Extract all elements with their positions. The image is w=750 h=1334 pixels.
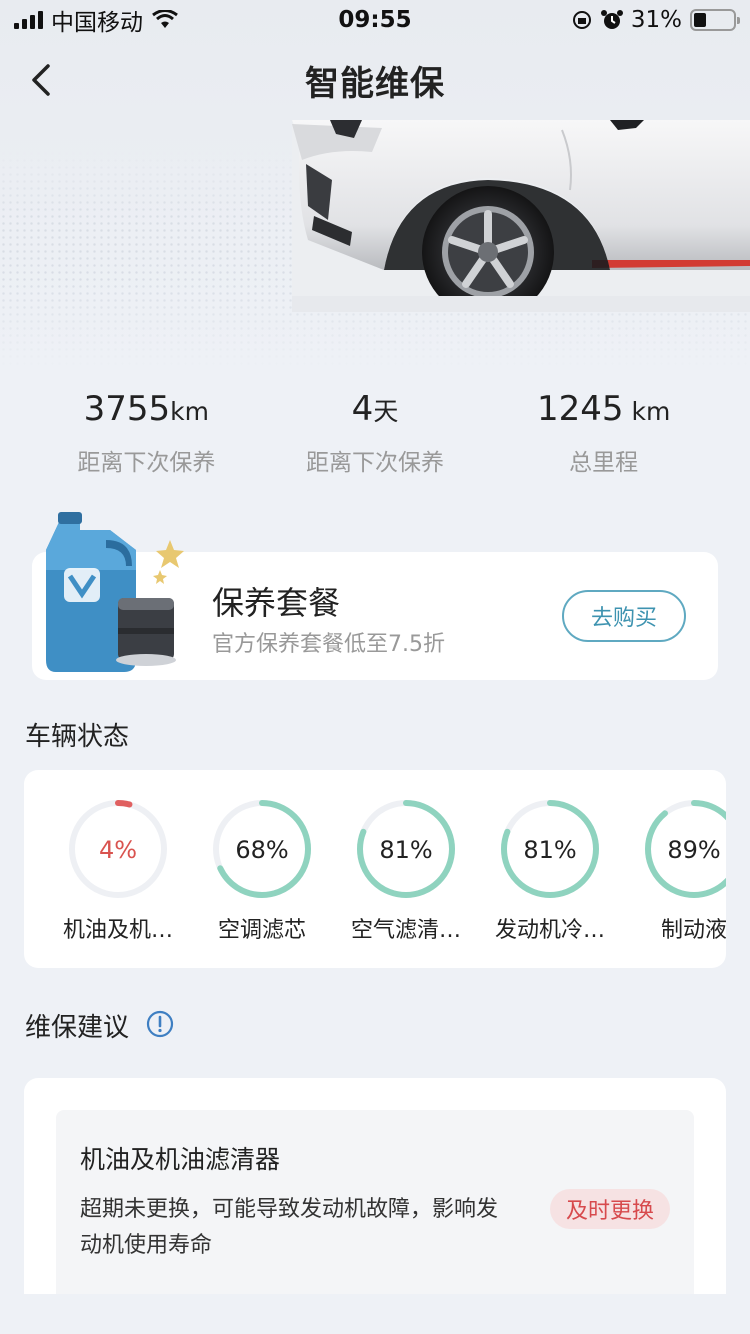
stat-total-mileage: 1245 km 总里程 xyxy=(489,388,718,477)
gauge-percent: 68% xyxy=(235,836,288,864)
status-gauge[interactable]: 81% 发动机冷… xyxy=(478,794,622,944)
status-bar: 中国移动 09:55 31% xyxy=(0,0,750,40)
carrier-name: 中国移动 xyxy=(51,10,143,36)
car-image xyxy=(292,120,750,312)
progress-ring: 68% xyxy=(213,800,311,898)
mileage-stats: 3755km 距离下次保养 4天 距离下次保养 1245 km 总里程 xyxy=(32,388,718,477)
vehicle-status-title: 车辆状态 xyxy=(25,722,130,752)
status-right: 31% xyxy=(571,7,740,33)
wifi-icon xyxy=(152,10,178,28)
page-title: 智能维保 xyxy=(305,63,445,104)
gauge-percent: 81% xyxy=(379,836,432,864)
stat-label: 距离下次保养 xyxy=(306,450,444,476)
package-subtitle: 官方保养套餐低至7.5折 xyxy=(212,632,445,657)
gauge-label: 空调滤芯 xyxy=(217,918,306,943)
stat-next-service-days: 4天 距离下次保养 xyxy=(261,388,490,477)
gauge-percent: 4% xyxy=(99,836,137,864)
maintenance-advice-card: 机油及机油滤清器 超期未更换，可能导致发动机故障，影响发动机使用寿命 及时更换 xyxy=(24,1078,726,1294)
stat-unit: km xyxy=(170,397,210,426)
gauge-label: 发动机冷… xyxy=(494,918,605,943)
progress-ring: 81% xyxy=(357,800,455,898)
battery-percent: 31% xyxy=(630,7,682,33)
progress-ring: 4% xyxy=(69,800,167,898)
cellular-signal-icon xyxy=(14,11,43,29)
status-gauge[interactable]: 68% 空调滤芯 xyxy=(190,794,334,944)
stat-label: 总里程 xyxy=(569,450,639,476)
stat-unit: km xyxy=(623,397,671,426)
stat-value: 1245 xyxy=(537,389,624,429)
chevron-left-icon[interactable] xyxy=(22,58,62,102)
status-gauge[interactable]: 89% 制动液 xyxy=(622,794,726,944)
status-gauge[interactable]: 81% 空气滤清… xyxy=(334,794,478,944)
info-icon[interactable] xyxy=(146,1010,174,1038)
stat-next-service-distance: 3755km 距离下次保养 xyxy=(32,388,261,477)
buy-button[interactable]: 去购买 xyxy=(562,590,686,642)
progress-ring: 81% xyxy=(501,800,599,898)
maintenance-advice-title: 维保建议 xyxy=(25,1013,130,1043)
gauge-label: 空气滤清… xyxy=(350,918,461,943)
advice-item[interactable]: 机油及机油滤清器 超期未更换，可能导致发动机故障，影响发动机使用寿命 及时更换 xyxy=(56,1110,694,1294)
alarm-icon xyxy=(600,10,623,29)
gauge-percent: 89% xyxy=(667,836,720,864)
status-gauge[interactable]: 4% 机油及机… xyxy=(46,794,190,944)
package-title: 保养套餐 xyxy=(212,584,341,622)
stat-value: 3755 xyxy=(83,389,171,429)
vehicle-status-card[interactable]: 4% 机油及机… 68% 空调滤芯 81% 空气滤清… 81% 发动机冷… 89% 制动液 xyxy=(24,770,726,968)
progress-ring: 89% xyxy=(645,800,726,898)
gauge-label: 机油及机… xyxy=(62,918,173,943)
stat-unit: 天 xyxy=(373,397,399,426)
battery-icon xyxy=(690,9,740,31)
nav-bar: 智能维保 xyxy=(0,40,750,120)
battery-level xyxy=(694,13,706,27)
oil-can-image xyxy=(46,512,184,672)
replace-now-badge[interactable]: 及时更换 xyxy=(549,1189,670,1229)
advice-item-title: 机油及机油滤清器 xyxy=(80,1145,281,1174)
advice-item-description: 超期未更换，可能导致发动机故障，影响发动机使用寿命 xyxy=(80,1197,499,1258)
status-left: 中国移动 xyxy=(14,3,179,37)
stat-label: 距离下次保养 xyxy=(77,450,216,476)
stat-value: 4 xyxy=(351,389,374,429)
rotation-lock-icon xyxy=(572,11,591,29)
gauge-label: 制动液 xyxy=(660,918,726,943)
gauge-percent: 81% xyxy=(523,836,576,864)
